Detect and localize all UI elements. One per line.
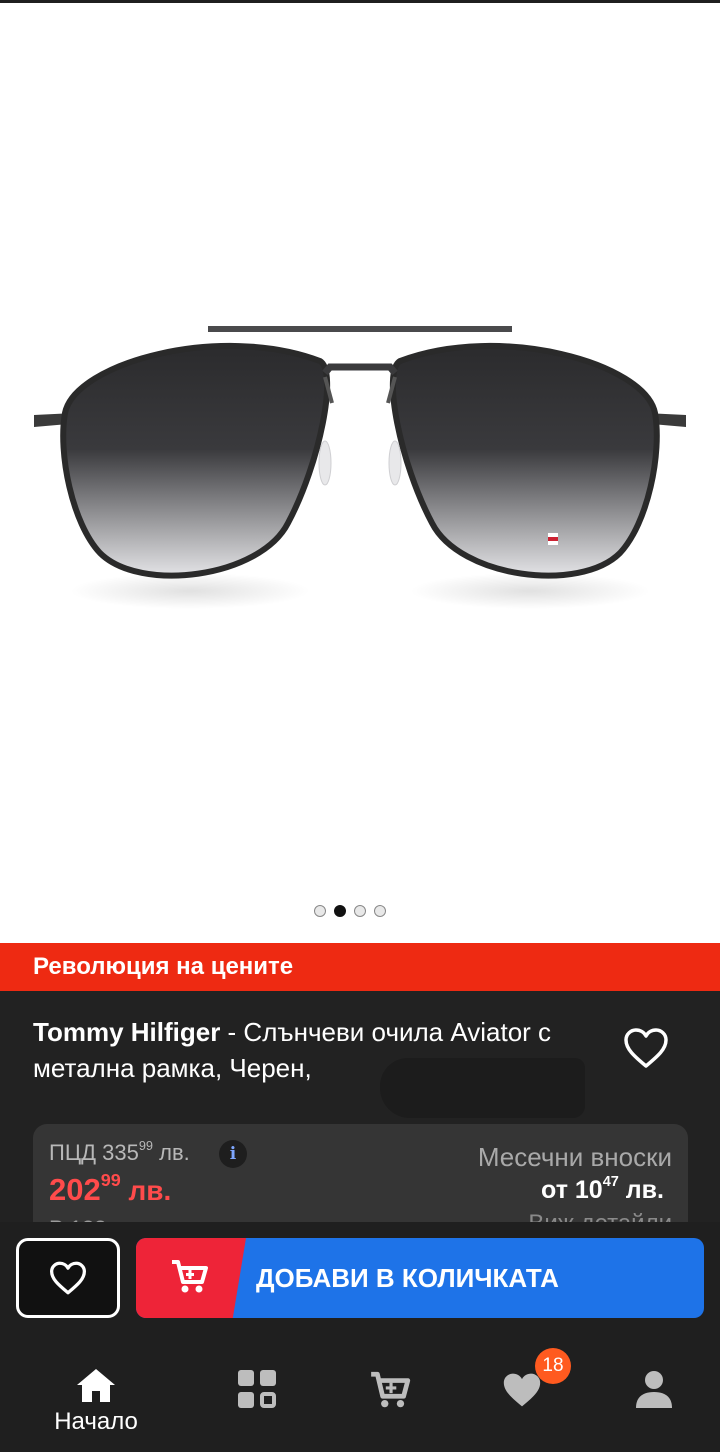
installments-value: от 1047 лв. — [541, 1174, 664, 1204]
product-image — [34, 326, 686, 609]
add-to-cart-label: ДОБАВИ В КОЛИЧКАТА — [256, 1262, 559, 1293]
product-image-gallery[interactable] — [0, 3, 720, 943]
favorites-count-badge: 18 — [535, 1348, 571, 1384]
home-icon — [77, 1369, 115, 1402]
pagination-dot[interactable] — [314, 905, 326, 917]
nav-categories[interactable] — [198, 1352, 318, 1442]
gallery-pagination — [314, 905, 386, 917]
heart-icon — [50, 1261, 86, 1295]
favorite-button[interactable] — [16, 1238, 120, 1318]
installments-label: Месечни вноски — [477, 1142, 672, 1172]
categories-icon — [238, 1370, 276, 1408]
add-to-favorites-icon[interactable] — [622, 1026, 670, 1070]
nav-profile[interactable] — [594, 1352, 714, 1442]
nav-home-label: Начало — [54, 1408, 138, 1435]
info-icon[interactable]: i — [219, 1140, 247, 1168]
recommended-price: ПЦД 33599 лв. — [49, 1138, 190, 1165]
pagination-dot[interactable] — [354, 905, 366, 917]
add-to-cart-button[interactable]: ДОБАВИ В КОЛИЧКАТА — [136, 1238, 704, 1318]
nav-cart[interactable] — [330, 1352, 450, 1442]
current-price: 20299 лв. — [49, 1170, 172, 1207]
product-brand[interactable]: Tommy Hilfiger — [33, 1017, 220, 1047]
nav-home[interactable]: Начало — [36, 1352, 156, 1442]
cart-nav-icon — [371, 1371, 411, 1408]
user-icon — [636, 1371, 672, 1408]
cart-icon — [172, 1260, 208, 1293]
pagination-dot[interactable] — [374, 905, 386, 917]
redaction-overlay — [380, 1058, 585, 1118]
pagination-dot-active[interactable] — [334, 905, 346, 917]
promo-text: Революция на цените — [33, 953, 294, 980]
promo-banner: Революция на цените — [0, 943, 720, 991]
price-card: ПЦД 33599 лв. i 20299 лв. Месечни вноски… — [33, 1124, 688, 1234]
